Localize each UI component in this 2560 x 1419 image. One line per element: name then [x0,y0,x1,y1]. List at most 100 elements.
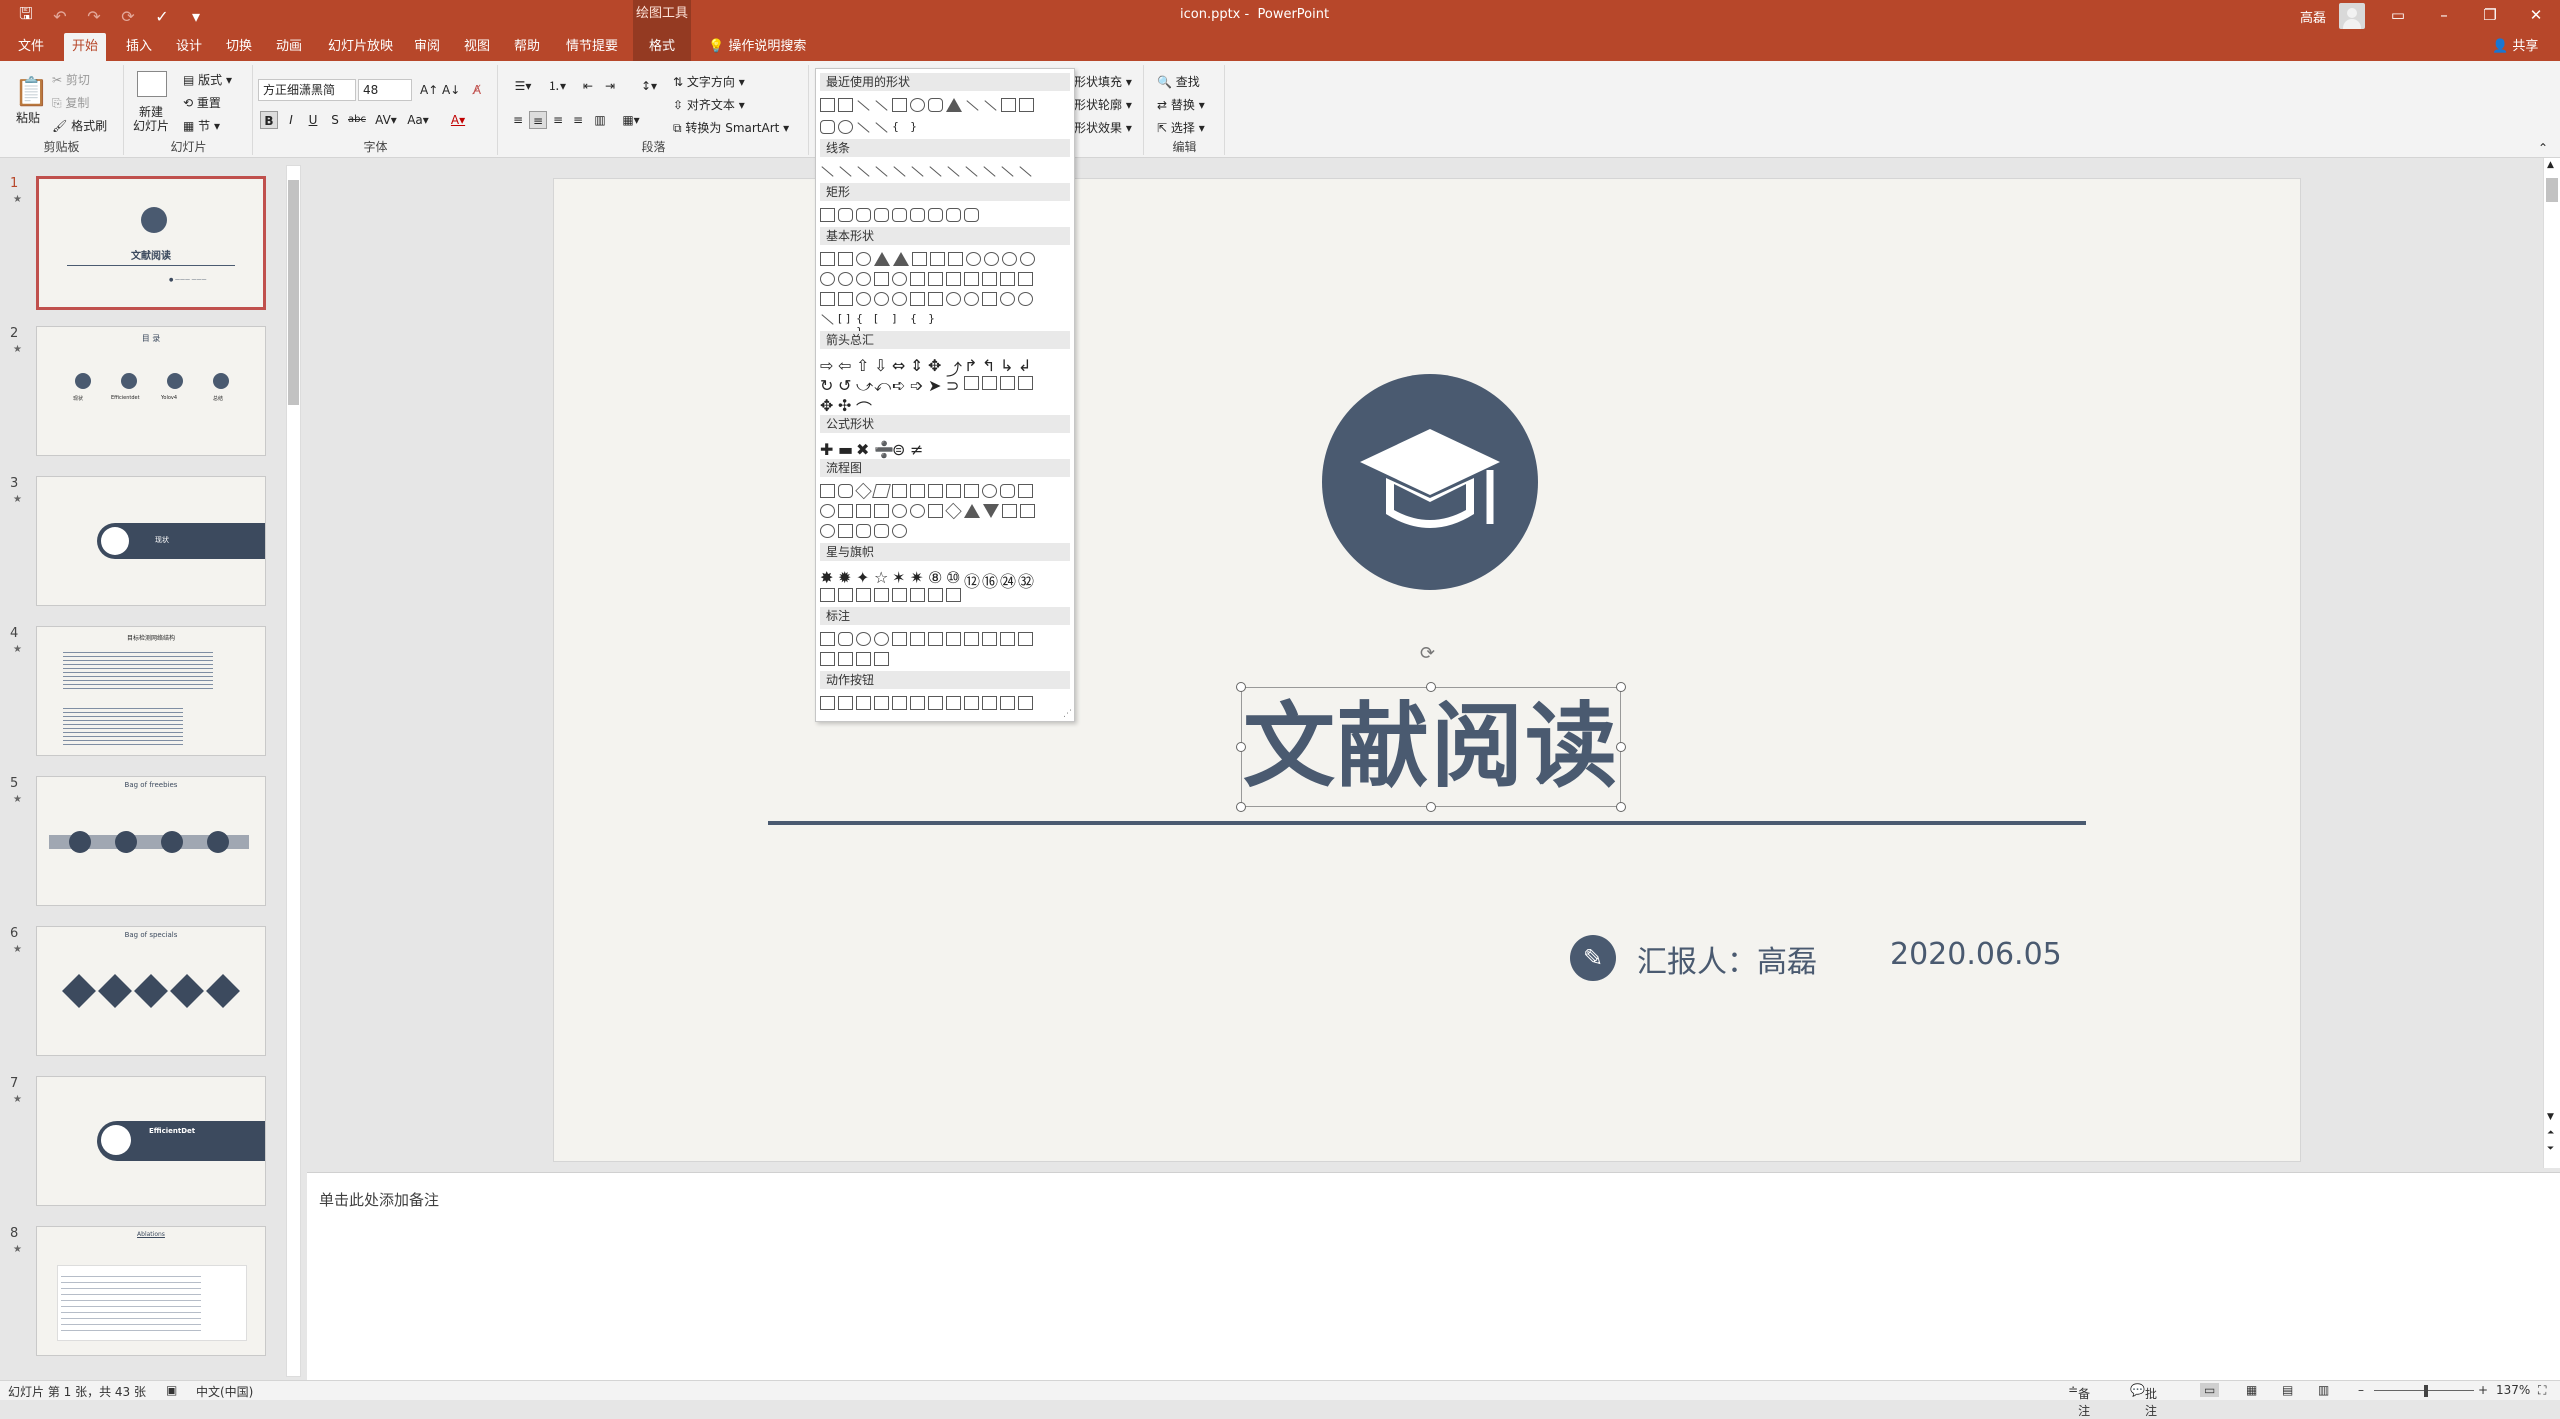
ribbon-icon[interactable] [856,588,871,602]
wave-icon[interactable] [928,588,943,602]
slide-thumbnail-3[interactable]: 现状 [36,476,266,606]
shape-icon[interactable] [856,272,871,286]
callout-arrow-icon[interactable] [982,376,997,390]
star-icon[interactable]: ㉜ [1018,568,1034,591]
scroll-thumb[interactable] [2546,178,2558,202]
justify-icon[interactable]: ≡ [569,111,587,129]
slide-thumbnail-5[interactable]: Bag of freebies [36,776,266,906]
brace-icon[interactable]: { [892,120,907,134]
shape-icon[interactable] [1018,272,1033,286]
replace-button[interactable]: ⇄ 替换 ▾ [1157,96,1205,113]
section-button[interactable]: ▦ 节 ▾ [183,117,220,134]
star-icon[interactable]: ☆ [874,568,889,587]
plus-icon[interactable]: ✚ [820,440,835,459]
callout-icon[interactable] [874,652,889,666]
spell-check-icon[interactable]: ✓ [150,4,174,28]
shape-icon[interactable] [928,272,943,286]
shape-icon[interactable] [820,252,835,266]
tab-review[interactable]: 审阅 [406,33,448,61]
callout-arrow-icon[interactable] [1018,376,1033,390]
find-button[interactable]: 🔍 查找 [1157,73,1200,90]
callout-icon[interactable] [856,652,871,666]
flow-icon[interactable] [838,524,853,538]
flow-icon[interactable] [856,524,871,538]
paste-button[interactable]: 粘贴 [16,109,40,126]
callout-icon[interactable] [928,632,943,646]
arrow-icon[interactable]: ⇕ [910,356,925,375]
tell-me-search[interactable]: 💡 操作说明搜索 [700,33,814,61]
callout-icon[interactable] [1018,632,1033,646]
align-text-button[interactable]: ⇳ 对齐文本 ▾ [673,96,745,113]
flow-icon[interactable] [1000,484,1015,498]
star-icon[interactable]: ⑯ [982,568,998,591]
arrow-icon[interactable]: ⊃ [946,376,961,395]
sun-icon[interactable] [1000,292,1015,306]
shape-icon[interactable] [892,292,907,306]
slide-thumbnail-7[interactable]: EfficientDet [36,1076,266,1206]
slide-thumbnail-4[interactable]: 目标检测网络结构 [36,626,266,756]
moon-icon[interactable] [1018,292,1033,306]
curve-icon[interactable] [857,121,870,133]
redo-icon[interactable]: ↷ [82,4,106,28]
slide-sorter-icon[interactable]: ▦ [2246,1383,2257,1397]
undo-icon[interactable]: ↶ [48,4,72,28]
star-icon[interactable]: ⑩ [946,568,961,587]
new-slide-button[interactable]: 新建 幻灯片 [133,105,169,133]
shape-icon[interactable] [964,272,979,286]
star-icon[interactable]: ✦ [856,568,871,587]
action-begin-icon[interactable] [856,696,871,710]
star-icon[interactable]: ✸ [820,568,835,587]
text-box-icon[interactable] [820,98,835,112]
action-document-icon[interactable] [964,696,979,710]
flow-icon[interactable] [892,484,907,498]
slide-scrollbar[interactable]: ▲ ▼ ⏶ ⏷ [2543,158,2560,1168]
line-icon[interactable] [857,99,870,111]
callout-icon[interactable] [820,652,835,666]
action-info-icon[interactable] [910,696,925,710]
cut-button[interactable]: ✂ 剪切 [52,71,90,88]
shape-icon[interactable] [874,292,889,306]
shape-icon[interactable] [928,292,943,306]
tab-transitions[interactable]: 切换 [218,33,260,61]
arrow-icon[interactable]: ✥ [928,356,943,375]
divide-icon[interactable]: ➗ [874,440,894,459]
star-icon[interactable]: ㉔ [1000,568,1016,591]
flow-icon[interactable] [946,484,961,498]
flow-icon[interactable] [820,524,835,538]
heart-icon[interactable] [964,292,979,306]
shape-effects-button[interactable]: 形状效果 ▾ [1074,119,1132,136]
language-indicator[interactable]: 中文(中国) [196,1383,253,1400]
tab-home[interactable]: 开始 [64,33,107,61]
columns-icon[interactable]: ▦▾ [617,111,645,129]
paste-icon[interactable]: 📋 [14,75,49,108]
arrow-icon[interactable]: ⇧ [856,356,871,375]
arrow-icon[interactable]: ⤻ [856,376,873,395]
select-button[interactable]: ⇱ 选择 ▾ [1157,119,1205,136]
reporter-text[interactable]: 汇报人：高磊 [1637,937,1817,981]
underline-icon[interactable]: U [304,111,322,129]
shadow-icon[interactable]: S [326,111,344,129]
minimize-icon[interactable]: – [2424,4,2464,28]
flow-icon[interactable] [910,504,925,518]
line-icon[interactable] [947,165,960,177]
line-icon[interactable] [965,165,978,177]
normal-view-icon[interactable]: ▭ [2200,1383,2220,1397]
scroll-up-icon[interactable]: ▲ [2547,160,2554,170]
star-icon[interactable]: ⑫ [964,568,980,591]
line-icon[interactable] [875,165,888,177]
arrow-icon[interactable]: ⤴ [946,356,962,379]
brace-icon[interactable]: { } [856,312,871,338]
shape-icon[interactable] [820,292,835,306]
close-icon[interactable]: ✕ [2516,4,2556,28]
line-icon[interactable] [839,165,852,177]
flow-icon[interactable] [874,504,889,518]
shape-icon[interactable] [874,252,890,266]
slide-thumbnail-8[interactable]: Ablations [36,1226,266,1356]
bracket-icon[interactable]: [ ] [838,312,853,326]
shape-icon[interactable] [982,272,997,286]
shape-icon[interactable] [966,252,981,266]
tab-file[interactable]: 文件 [10,33,52,61]
ribbon-icon[interactable] [874,588,889,602]
shape-icon[interactable] [838,252,853,266]
flow-icon[interactable] [1002,504,1017,518]
